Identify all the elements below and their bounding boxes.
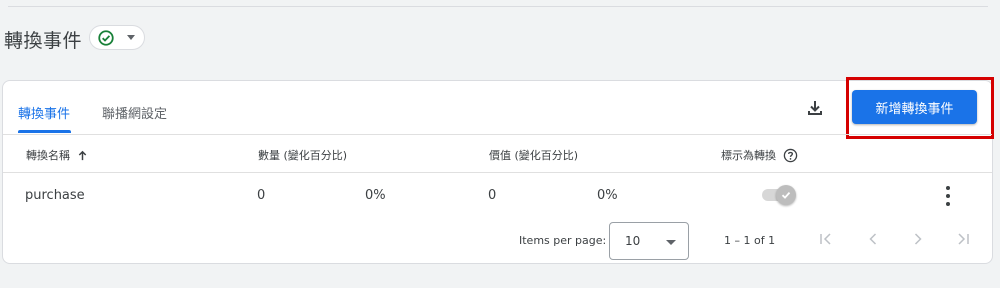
items-per-page-select[interactable]: 10 — [609, 222, 689, 260]
column-header-count: 數量 (變化百分比) — [258, 149, 348, 162]
column-header-mark: 標示為轉換 — [721, 147, 798, 163]
tab-conversion-events[interactable]: 轉換事件 — [18, 103, 70, 122]
status-dropdown[interactable] — [89, 25, 145, 50]
last-page-icon[interactable] — [955, 231, 971, 247]
new-conversion-event-button[interactable]: 新增轉換事件 — [852, 90, 977, 124]
items-per-page-label: Items per page: — [519, 234, 607, 247]
value-change: 0% — [597, 188, 618, 203]
column-header-value: 價值 (變化百分比) — [489, 149, 579, 162]
mark-as-conversion-toggle[interactable] — [760, 185, 796, 205]
event-name: purchase — [25, 188, 85, 203]
conversions-card: 轉換事件 聯播網設定 新增轉換事件 轉換名稱 數量 (變化百分比) 價值 (變化… — [2, 77, 994, 264]
tab-network-settings[interactable]: 聯播網設定 — [102, 103, 167, 122]
count-change: 0% — [365, 188, 386, 203]
download-icon[interactable] — [805, 98, 825, 118]
first-page-icon[interactable] — [818, 231, 834, 247]
active-tab-indicator — [18, 130, 71, 133]
tabs-divider — [3, 134, 992, 135]
arrow-up-icon — [78, 150, 87, 160]
value-amount: 0 — [488, 188, 497, 203]
top-divider — [8, 6, 988, 7]
check-circle-icon — [98, 29, 114, 46]
column-header-name[interactable]: 轉換名稱 — [26, 147, 88, 163]
count-value: 0 — [257, 188, 266, 203]
page-title: 轉換事件 — [4, 30, 83, 52]
chevron-down-icon — [127, 35, 135, 40]
previous-page-icon[interactable] — [865, 231, 881, 247]
chevron-down-icon — [666, 240, 676, 245]
check-icon — [781, 191, 791, 199]
toggle-knob — [776, 185, 796, 205]
pagination-range: 1 – 1 of 1 — [724, 234, 776, 247]
items-per-page-value: 10 — [625, 234, 641, 248]
next-page-icon[interactable] — [910, 231, 926, 247]
header-divider — [3, 172, 992, 173]
more-options-icon[interactable] — [943, 186, 953, 206]
column-header-name-label: 轉換名稱 — [26, 149, 70, 162]
column-header-mark-label: 標示為轉換 — [721, 149, 776, 162]
help-icon[interactable] — [783, 148, 798, 163]
